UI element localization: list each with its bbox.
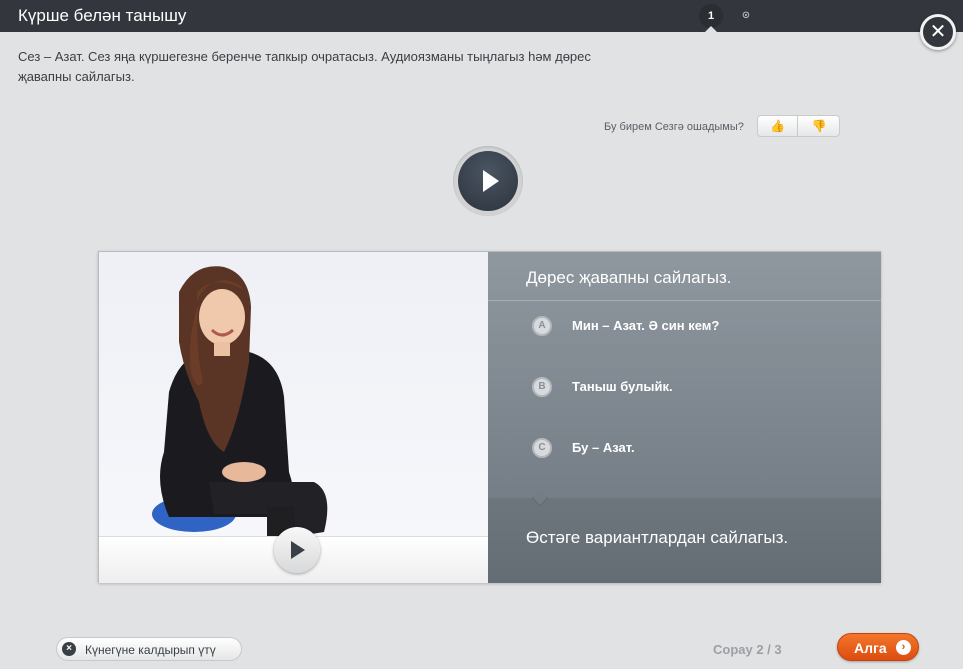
- option-text-b: Таныш булыйк.: [572, 379, 673, 394]
- audio-play-button[interactable]: [453, 146, 523, 216]
- hint-text: Өстәге вариантлардан сайлагыз.: [526, 528, 789, 547]
- play-icon: [291, 541, 305, 559]
- play-icon: [483, 170, 499, 192]
- answer-panel: Дөрес җавапны сайлагыз. A Мин – Азат. Ә …: [488, 252, 881, 583]
- woman-photo: [152, 266, 328, 536]
- arrow-right-icon: ›: [896, 640, 911, 655]
- skip-exercise-button[interactable]: × Күнегүне калдырып үтү: [56, 637, 242, 661]
- thumbs-up-button[interactable]: 👍: [758, 116, 798, 136]
- feedback-label: Бу бирем Сезгә ошадымы?: [604, 121, 744, 133]
- video-play-button[interactable]: [274, 527, 320, 573]
- option-text-c: Бу – Азат.: [572, 440, 635, 455]
- exercise-card: Дөрес җавапны сайлагыз. A Мин – Азат. Ә …: [98, 251, 881, 583]
- option-letter-b: B: [532, 377, 552, 397]
- feedback-buttons: 👍 👎: [757, 115, 840, 137]
- thumbs-down-button[interactable]: 👎: [799, 116, 839, 136]
- question-counter: Сорау 2 / 3: [713, 642, 782, 657]
- option-letter-c: C: [532, 438, 552, 458]
- page-title: Күрше белән танышу: [18, 6, 187, 25]
- next-label: Алга: [854, 640, 887, 656]
- question-title: Дөрес җавапны сайлагыз.: [526, 268, 732, 287]
- top-bar: Күрше белән танышу 1 ⊙: [0, 0, 963, 32]
- thumbs-up-icon: 👍: [770, 119, 785, 133]
- audio-play-circle: [458, 151, 518, 211]
- skip-icon: ×: [62, 642, 76, 656]
- hint-area: Өстәге вариантлардан сайлагыз.: [488, 498, 881, 583]
- skip-label: Күнегүне калдырып үтү: [85, 643, 216, 657]
- close-button[interactable]: ✕: [920, 14, 956, 50]
- step-indicator-1[interactable]: 1: [699, 4, 723, 28]
- step-pointer: [705, 26, 717, 32]
- close-icon: ✕: [929, 21, 947, 43]
- option-text-a: Мин – Азат. Ә син кем?: [572, 318, 720, 333]
- divider: [488, 300, 881, 301]
- step-indicator-2[interactable]: ⊙: [734, 4, 758, 28]
- video-frame: [99, 252, 488, 536]
- thumbs-down-icon: 👎: [811, 119, 827, 133]
- instruction-text: Сез – Азат. Сез яңа күршегезне беренче т…: [18, 49, 591, 84]
- next-button[interactable]: Алга ›: [837, 633, 919, 661]
- option-letter-a: A: [532, 316, 552, 336]
